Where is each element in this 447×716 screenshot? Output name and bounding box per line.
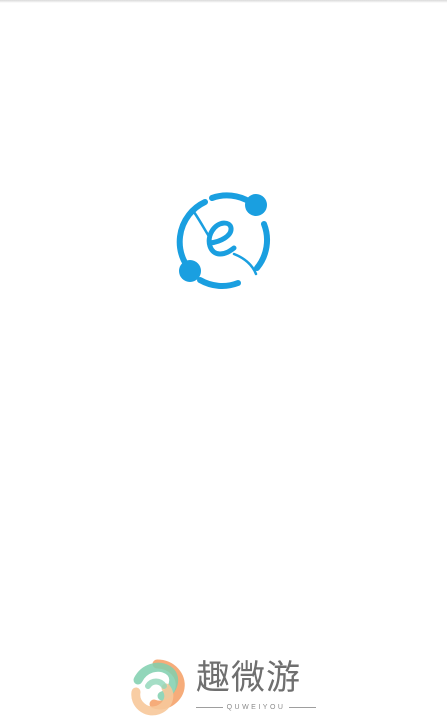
brand-name: 趣微游 xyxy=(196,658,301,698)
divider xyxy=(196,706,223,708)
brand-subtitle: QUWEIYOU xyxy=(196,700,317,714)
divider xyxy=(289,706,317,708)
e-orbit-logo-icon xyxy=(176,192,271,289)
brand-subtitle-text: QUWEIYOU xyxy=(226,703,286,711)
quweiyou-knot-logo-icon xyxy=(131,659,185,716)
status-bar-edge xyxy=(0,0,447,3)
brand-footer: 趣微游 QUWEIYOU xyxy=(128,656,328,716)
